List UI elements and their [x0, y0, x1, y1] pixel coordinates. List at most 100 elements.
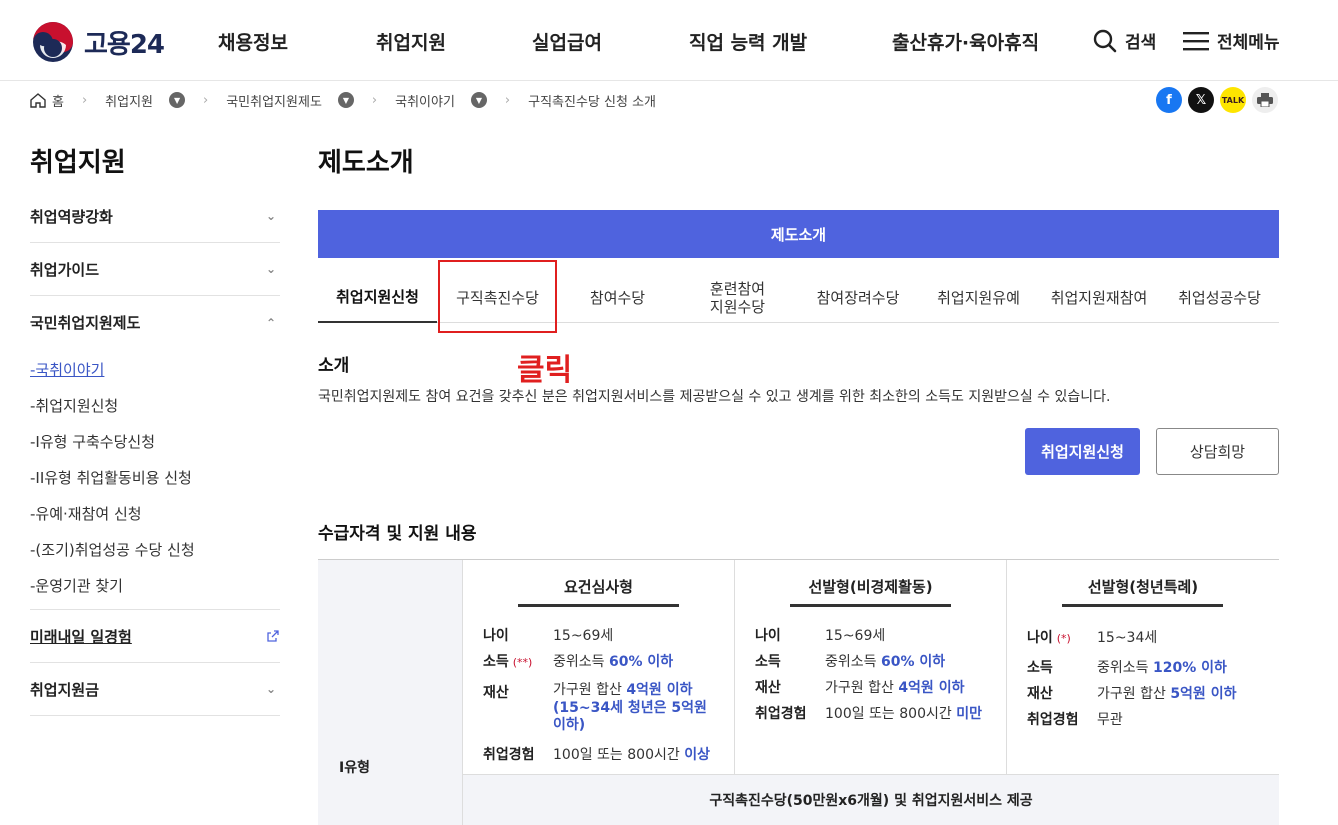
table-column: 선발형(비경제활동) 나이 15~69세 소득 중위소득 60% 이하 재산 가구원 …: [735, 560, 1007, 775]
sidebar-subitem-apply[interactable]: -취업지원신청: [30, 387, 280, 423]
sidebar-subitem-agency[interactable]: -운영기관 찾기: [30, 567, 280, 603]
sidebar-item-subsidy[interactable]: 취업지원금 ⌄: [30, 663, 280, 716]
section-banner: 제도소개: [318, 210, 1279, 258]
dropdown-icon[interactable]: ▼: [470, 92, 487, 108]
table-row: 재산 가구원 합산 4억원 이하 (15~34세 청년은 5억원 이하): [483, 682, 723, 735]
row-header-label: I유형: [339, 760, 370, 776]
chevron-right-icon: ›: [203, 92, 209, 108]
sidebar-subitem-deferral[interactable]: -유예·재참여 신청: [30, 495, 280, 531]
table-row: 재산 가구원 합산 5억원 이하: [1027, 683, 1236, 703]
nav-item-employment-support[interactable]: 취업지원: [376, 28, 446, 55]
breadcrumb-home[interactable]: 홈: [30, 91, 64, 110]
table-row: 소득 중위소득 120% 이하: [1027, 657, 1227, 677]
facebook-icon[interactable]: f: [1156, 87, 1182, 113]
search-button[interactable]: 검색: [1093, 28, 1156, 53]
field-value: 중위소득 60% 이하: [825, 654, 946, 670]
field-value: 15~34세: [1097, 630, 1158, 646]
qualification-table: I유형 요건심사형 나이 15~69세 소득 (**) 중위소득 60% 이하 재산 가…: [318, 559, 1279, 825]
field-label: 소득 (**): [483, 654, 533, 670]
field-value: 중위소득 120% 이하: [1097, 660, 1227, 676]
chevron-right-icon: ›: [504, 92, 511, 108]
sidebar-subitem-type1[interactable]: -I유형 구축수당신청: [30, 423, 280, 459]
sidebar-subitem-story[interactable]: -국취이야기: [30, 351, 280, 387]
chevron-down-icon: ⌄: [266, 682, 277, 696]
sidebar-menu: 취업역량강화 ⌄ 취업가이드 ⌄ 국민취업지원제도 ⌃ -국취이야기 -취업지원…: [30, 190, 280, 716]
nav-item-skills-development[interactable]: 직업 능력 개발: [689, 28, 807, 55]
field-value: 100일 또는 800시간 이상: [553, 747, 710, 763]
sidebar-item-national-program[interactable]: 국민취업지원제도 ⌃: [30, 296, 280, 349]
column-underline: [790, 604, 951, 607]
nav-item-parental-leave[interactable]: 출산휴가·육아휴직: [892, 28, 1039, 55]
chevron-right-icon: ›: [371, 92, 378, 108]
tab-success-allowance[interactable]: 취업성공수당: [1160, 274, 1279, 323]
field-value: 15~69세: [825, 628, 886, 644]
all-menu-button[interactable]: 전체메뉴: [1183, 28, 1280, 53]
click-highlight-box: [438, 260, 557, 333]
sidebar-subitem-success[interactable]: -(조기)취업성공 수당 신청: [30, 531, 280, 567]
home-icon: [30, 92, 46, 108]
page-title: 제도소개: [318, 148, 414, 178]
chevron-right-icon: ›: [81, 92, 88, 108]
site-header: 고용24 채용정보 취업지원 실업급여 직업 능력 개발 출산휴가·육아휴직 검…: [0, 0, 1338, 81]
site-logo[interactable]: 고용24: [32, 20, 165, 64]
footnote-mark: (**): [512, 656, 533, 669]
dropdown-icon[interactable]: ▼: [169, 92, 186, 108]
field-label: 재산: [483, 685, 509, 701]
apply-button[interactable]: 취업지원신청: [1025, 428, 1140, 475]
column-underline: [518, 604, 679, 607]
table-row: 취업경험 100일 또는 800시간 이상: [483, 744, 710, 764]
external-link-icon: [267, 630, 279, 642]
field-label: 취업경험: [1027, 712, 1079, 728]
tab-participation-allowance[interactable]: 참여수당: [558, 274, 677, 323]
field-value: 100일 또는 800시간 미만: [825, 706, 982, 722]
sidebar-item-label: 취업역량강화: [30, 207, 113, 226]
table-row-header: I유형: [318, 560, 463, 825]
intro-heading: 소개: [318, 356, 350, 376]
sidebar-subitem-type2[interactable]: -II유형 취업활동비용 신청: [30, 459, 280, 495]
breadcrumb-label: 구직촉진수당 신청 소개: [528, 94, 656, 110]
tab-apply[interactable]: 취업지원신청: [318, 274, 437, 323]
breadcrumb-item[interactable]: 국민취업지원제도 ▼: [226, 91, 354, 110]
field-label: 나이: [755, 628, 781, 644]
x-icon[interactable]: 𝕏: [1188, 87, 1214, 113]
sidebar-item-capacity[interactable]: 취업역량강화 ⌄: [30, 190, 280, 243]
tab-deferral[interactable]: 취업지원유예: [919, 274, 1038, 323]
chevron-down-icon: ⌄: [266, 262, 277, 276]
gov-emblem-icon: [33, 22, 73, 62]
field-label: 취업경험: [483, 747, 535, 763]
share-buttons: f 𝕏 TALK: [1156, 87, 1278, 113]
table-row: 재산 가구원 합산 4억원 이하: [755, 677, 964, 697]
sidebar-item-label: 미래내일 일경험: [30, 627, 132, 646]
field-value: 가구원 합산 5억원 이하: [1097, 686, 1237, 702]
consult-button[interactable]: 상담희망: [1156, 428, 1279, 475]
sidebar-title: 취업지원: [30, 148, 126, 178]
field-label: 나이 (*): [1027, 630, 1071, 646]
sidebar-subitem-label: -운영기관 찾기: [30, 576, 123, 595]
qualification-heading: 수급자격 및 지원 내용: [318, 524, 477, 544]
table-row: 소득 (**) 중위소득 60% 이하: [483, 651, 673, 671]
table-row: 소득 중위소득 60% 이하: [755, 651, 945, 671]
hamburger-icon: [1183, 31, 1209, 50]
sidebar-subitem-label: -II유형 취업활동비용 신청: [30, 468, 192, 487]
field-value: 15~69세: [553, 628, 614, 644]
table-column: 요건심사형 나이 15~69세 소득 (**) 중위소득 60% 이하 재산 가구원 합…: [463, 560, 735, 775]
intro-text: 국민취업지원제도 참여 요건을 갖추신 분은 취업지원서비스를 제공받으실 수 …: [318, 389, 1111, 405]
table-row: 취업경험 무관: [1027, 709, 1123, 729]
field-label: 소득: [755, 654, 781, 670]
sidebar-item-work-experience[interactable]: 미래내일 일경험: [30, 610, 280, 663]
tab-incentive-allowance[interactable]: 참여장려수당: [798, 274, 918, 323]
print-icon[interactable]: [1252, 87, 1278, 113]
tab-training-allowance[interactable]: 훈련참여 지원수당: [678, 274, 797, 323]
kakaotalk-icon[interactable]: TALK: [1220, 87, 1246, 113]
tab-reparticipation[interactable]: 취업지원재참여: [1039, 274, 1159, 323]
breadcrumb-item[interactable]: 국취이야기 ▼: [395, 91, 487, 110]
field-label: 취업경험: [755, 706, 807, 722]
logo-text: 고용24: [84, 29, 165, 60]
dropdown-icon[interactable]: ▼: [337, 92, 354, 108]
sidebar-submenu: -국취이야기 -취업지원신청 -I유형 구축수당신청 -II유형 취업활동비용 …: [30, 349, 280, 610]
nav-item-unemployment-benefits[interactable]: 실업급여: [532, 28, 602, 55]
sidebar-item-guide[interactable]: 취업가이드 ⌄: [30, 243, 280, 296]
nav-item-jobs[interactable]: 채용정보: [218, 28, 288, 55]
search-label: 검색: [1125, 33, 1157, 53]
breadcrumb-item[interactable]: 취업지원 ▼: [105, 91, 186, 110]
